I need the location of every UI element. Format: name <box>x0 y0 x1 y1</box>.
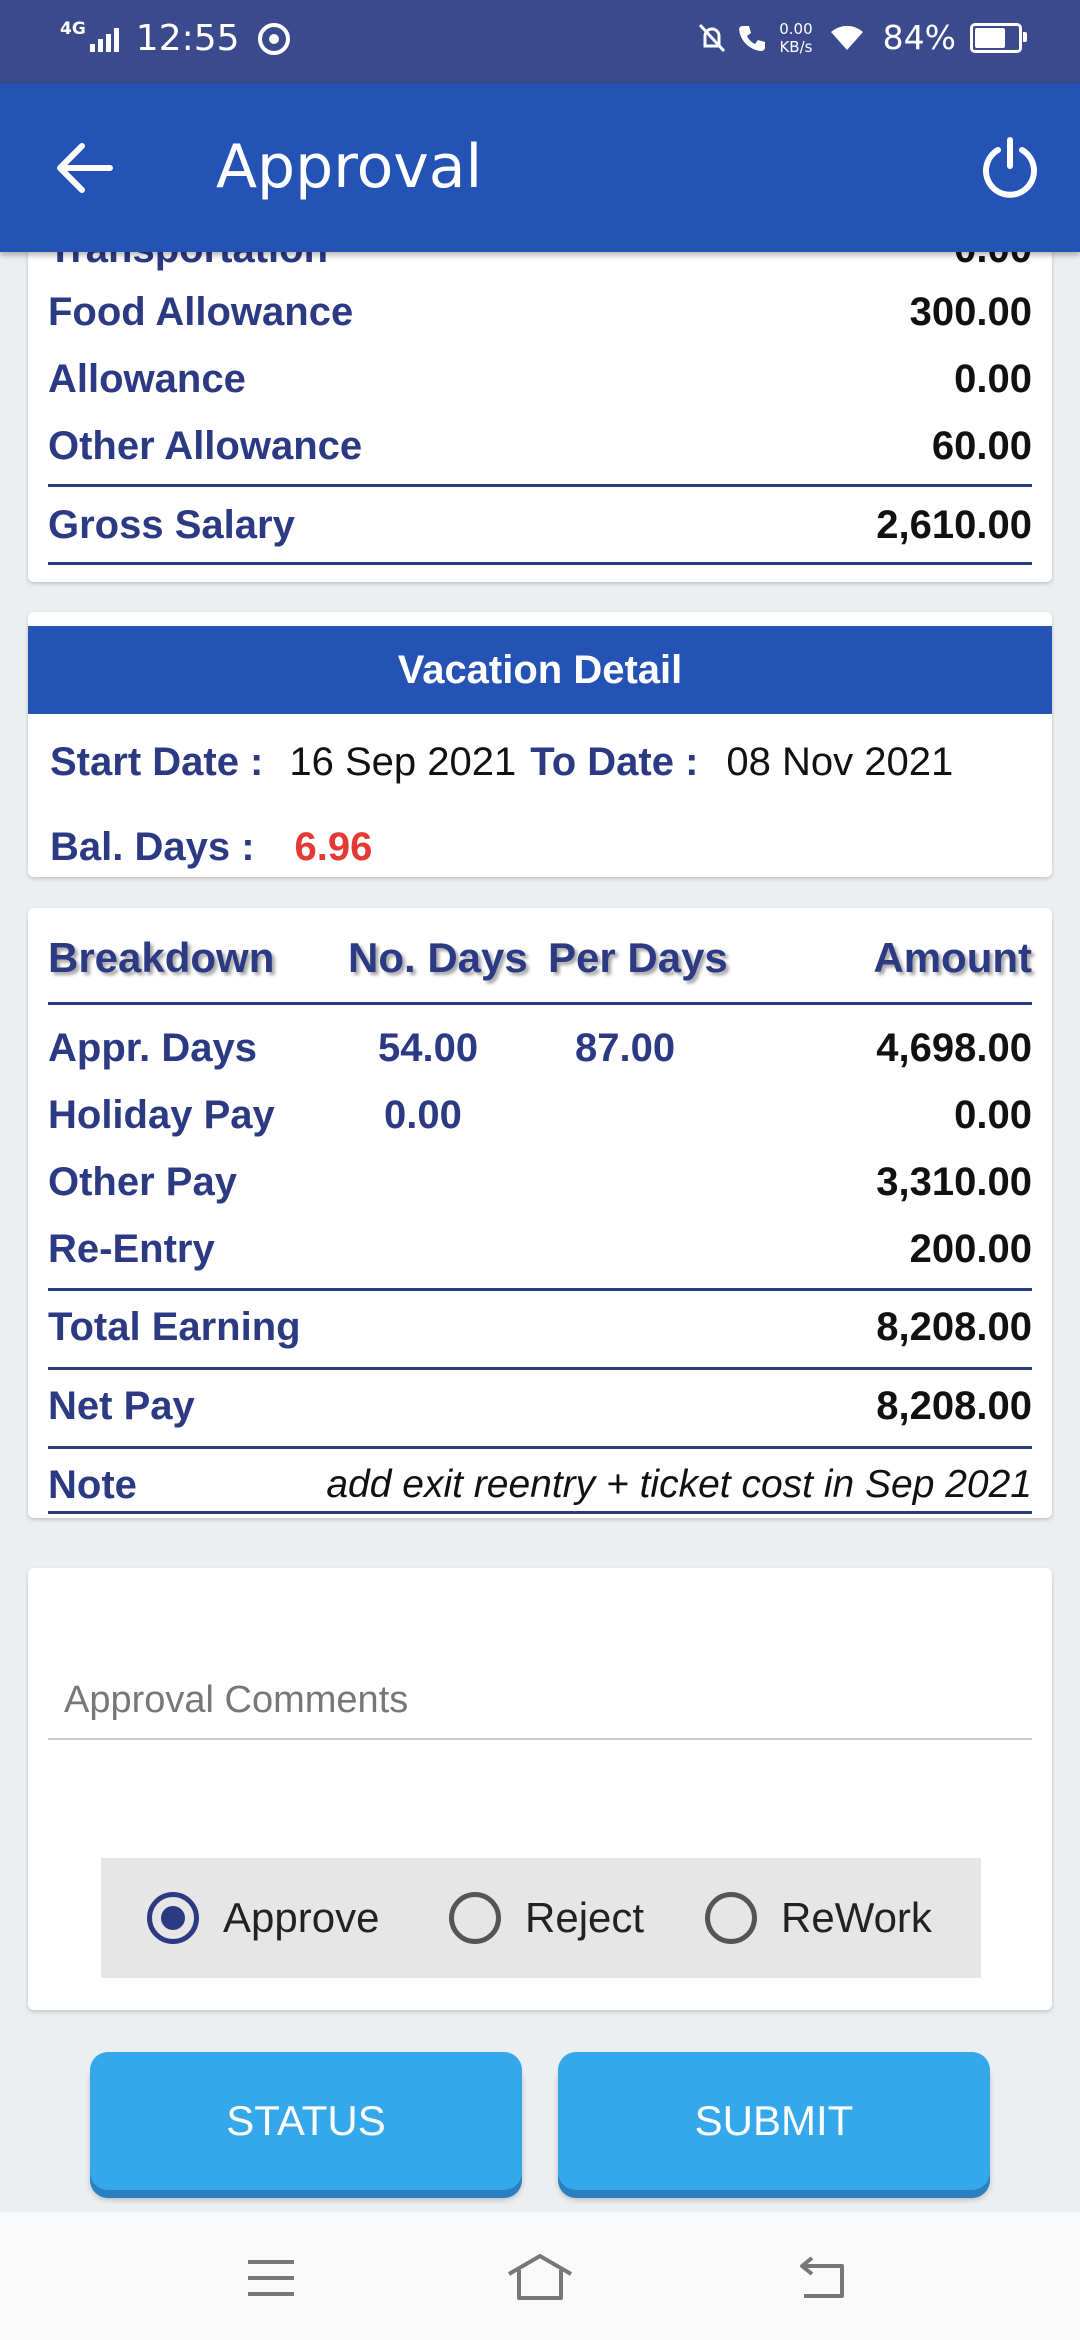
total-earning-row: Total Earning 8,208.00 <box>48 1305 1032 1349</box>
bal-days-value: 6.96 <box>294 824 373 869</box>
menu-icon[interactable] <box>236 2248 306 2308</box>
status-button[interactable]: STATUS <box>90 2052 522 2190</box>
bal-days-label: Bal. Days : <box>50 824 255 869</box>
home-icon[interactable] <box>505 2248 575 2308</box>
divider <box>48 1511 1032 1514</box>
radio-checked-icon <box>147 1892 199 1944</box>
breakdown-row: Re-Entry 200.00 <box>48 1227 1032 1271</box>
system-nav-bar <box>0 2212 1080 2340</box>
content-scroll[interactable]: Transportation 0.00 Food Allowance 300.0… <box>0 252 1080 2212</box>
back-nav-icon[interactable] <box>786 2248 856 2308</box>
radio-approve[interactable]: Approve <box>147 1858 379 1978</box>
approval-comments-input[interactable] <box>48 1668 1032 1732</box>
divider <box>48 562 1032 565</box>
battery-percent: 84% <box>882 18 956 57</box>
divider <box>48 1002 1032 1005</box>
breakdown-card: Breakdown No. Days Per Days Amount Appr.… <box>28 908 1052 1518</box>
clock: 12:55 <box>135 18 240 59</box>
vacation-title: Vacation Detail <box>28 626 1052 714</box>
note-text: add exit reentry + ticket cost in Sep 20… <box>326 1463 1032 1506</box>
comment-field <box>48 1668 1032 1740</box>
breakdown-row: Other Pay 3,310.00 <box>48 1160 1032 1204</box>
balance-days: Bal. Days : 6.96 <box>50 817 372 877</box>
status-bar: 4G 12:55 0.00 KB/s 84% <box>0 0 1080 84</box>
network-type: 4G <box>60 18 86 39</box>
salary-row: Food Allowance 300.00 <box>48 289 1032 334</box>
salary-row: Other Allowance 60.00 <box>48 423 1032 468</box>
divider <box>48 1446 1032 1449</box>
divider <box>48 1367 1032 1370</box>
gross-salary-row: Gross Salary 2,610.00 <box>48 502 1032 547</box>
arrow-left-icon[interactable] <box>50 136 120 200</box>
submit-button[interactable]: SUBMIT <box>558 2052 990 2190</box>
app-bar: Approval <box>0 84 1080 252</box>
start-date-value: 16 Sep 2021 <box>289 739 517 784</box>
salary-row-transportation: Transportation 0.00 <box>48 252 1032 274</box>
net-pay-row: Net Pay 8,208.00 <box>48 1384 1032 1428</box>
wifi-icon <box>830 25 863 50</box>
breakdown-header: Breakdown No. Days Per Days Amount <box>48 934 1032 981</box>
data-rate: 0.00 KB/s <box>779 19 813 56</box>
breakdown-row: Holiday Pay 0.00 0.00 <box>48 1093 1032 1137</box>
mute-icon <box>699 23 726 52</box>
radio-reject[interactable]: Reject <box>449 1858 644 1978</box>
radio-rework[interactable]: ReWork <box>705 1858 932 1978</box>
to-date-value: 08 Nov 2021 <box>726 739 954 784</box>
radio-unchecked-icon <box>705 1892 757 1944</box>
start-date-label: Start Date : <box>50 739 264 784</box>
divider <box>48 484 1032 487</box>
approval-options: Approve Reject ReWork <box>101 1858 981 1978</box>
power-icon[interactable] <box>976 134 1044 202</box>
signal-icon <box>89 26 122 52</box>
note-row: Note add exit reentry + ticket cost in S… <box>48 1463 1032 1507</box>
vacation-dates: Start Date : 16 Sep 2021 To Date : 08 No… <box>50 732 953 792</box>
divider <box>48 1288 1032 1291</box>
radio-unchecked-icon <box>449 1892 501 1944</box>
to-date-label: To Date : <box>530 739 699 784</box>
page-title: Approval <box>216 132 483 202</box>
approval-card: Approve Reject ReWork <box>28 1568 1052 2010</box>
salary-row: Allowance 0.00 <box>48 356 1032 401</box>
vacation-card: Vacation Detail Start Date : 16 Sep 2021… <box>28 612 1052 877</box>
salary-card: Transportation 0.00 Food Allowance 300.0… <box>28 252 1052 582</box>
battery-icon <box>970 22 1027 53</box>
wifi-call-icon <box>739 25 766 51</box>
breakdown-row: Appr. Days 54.00 87.00 4,698.00 <box>48 1026 1032 1070</box>
chrome-icon <box>257 22 290 55</box>
